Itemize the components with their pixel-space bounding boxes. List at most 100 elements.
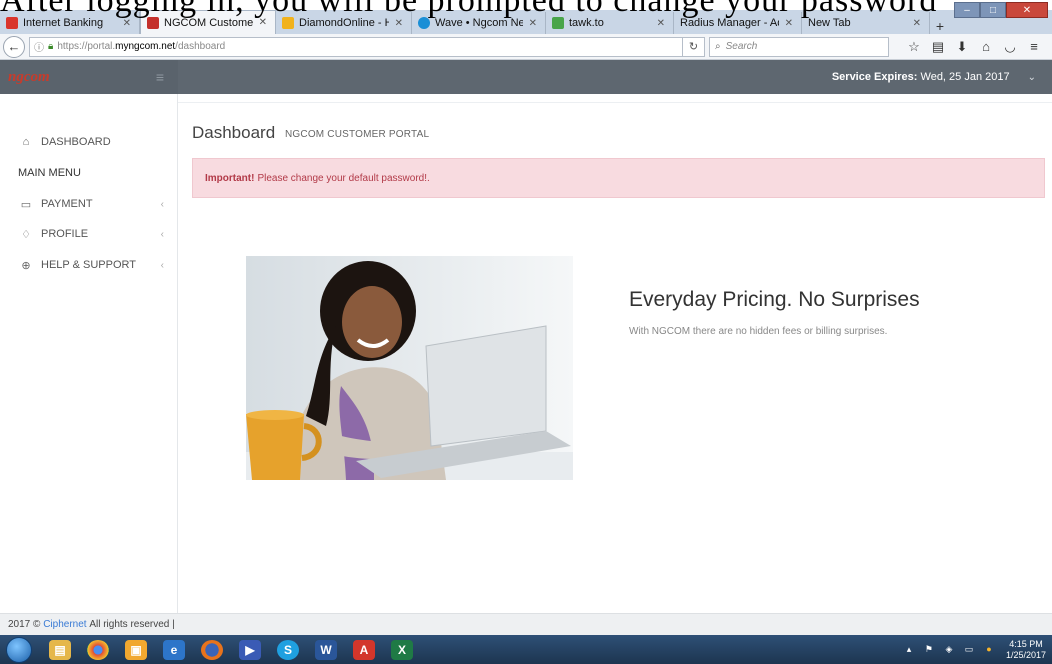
ngcom-logo[interactable]: ngcom (8, 69, 50, 86)
taskbar-word[interactable]: W (308, 637, 344, 663)
search-input[interactable]: ⌕ Search (709, 36, 889, 57)
folder-icon: ▤ (49, 639, 71, 660)
main-content: Dashboard NGCOM CUSTOMER PORTAL Importan… (178, 94, 1052, 613)
pocket-icon[interactable]: ◡ (999, 39, 1021, 55)
minimize-icon[interactable]: – (954, 2, 980, 18)
password-alert: Important! Please change your default pa… (192, 158, 1045, 198)
page-footer: 2017 © Ciphernet All rights reserved | (0, 613, 1052, 635)
close-icon[interactable]: ✕ (395, 18, 403, 29)
close-icon[interactable]: ✕ (785, 18, 793, 29)
tray-expand-icon[interactable]: ▴ (902, 644, 916, 656)
home-icon[interactable]: ⌂ (975, 39, 997, 55)
hamburger-menu-icon[interactable]: ≡ (156, 69, 164, 85)
ngcom-icon (147, 16, 159, 29)
chevron-left-icon: ‹ (160, 259, 164, 271)
logo-area: ngcom ≡ (0, 60, 178, 94)
taskbar-photos[interactable]: ▣ (118, 637, 154, 663)
taskbar-explorer[interactable]: ▤ (42, 637, 78, 663)
url-host: myngcom.net (115, 41, 176, 52)
sidebar-item-dashboard[interactable]: ⌂ DASHBOARD (0, 128, 178, 156)
internet-explorer-icon: e (163, 639, 185, 660)
windows-start-icon[interactable] (6, 636, 32, 663)
new-tab-plus-icon[interactable]: + (930, 18, 950, 34)
sidebar: ⌂ DASHBOARD MAIN MENU ▭ PAYMENT ‹ ♢ PROF… (0, 94, 178, 613)
chevron-left-icon: ‹ (160, 198, 164, 210)
tab-radius-manager[interactable]: Radius Manager - Admin... ✕ (674, 12, 802, 34)
back-arrow-icon[interactable]: ← (3, 35, 25, 58)
clock-time: 4:15 PM (1009, 638, 1043, 649)
browser-toolbar-icons: ☆ ▤ ⬇ ⌂ ◡ ≡ (903, 39, 1047, 55)
window-controls: – □ ✕ (954, 2, 1048, 18)
tab-label: Internet Banking (23, 17, 104, 29)
power-icon[interactable]: ▭ (962, 644, 976, 656)
windows-taskbar: ▤ ▣ e ▶ S W A X ▴ ⚑ ◈ ▭ ● 4:15 PM 1/25/2… (0, 635, 1052, 664)
divider (178, 102, 1052, 103)
acrobat-icon: A (353, 639, 375, 660)
download-icon[interactable]: ⬇ (951, 39, 973, 55)
taskbar-excel[interactable]: X (384, 637, 420, 663)
sidebar-item-label: HELP & SUPPORT (41, 259, 136, 271)
url-bar[interactable]: ⓘ 🔒︎ https://portal. myngcom.net/dashboar… (29, 36, 683, 57)
taskbar-clock[interactable]: 4:15 PM 1/25/2017 (1006, 639, 1046, 661)
payment-icon: ▭ (20, 198, 32, 211)
reload-icon[interactable]: ↻ (683, 36, 705, 57)
notification-app-icon[interactable]: ● (982, 644, 996, 656)
browser-tab-strip: Internet Banking ✕ NGCOM Customer P... ✕… (0, 2, 1052, 34)
tab-ngcom-customer-portal[interactable]: NGCOM Customer P... ✕ (140, 10, 276, 34)
close-icon[interactable]: ✕ (123, 18, 131, 29)
firefox-icon (201, 639, 223, 660)
tab-tawk[interactable]: tawk.to ✕ (546, 12, 674, 34)
bookmarks-list-icon[interactable]: ▤ (927, 39, 949, 55)
network-icon[interactable]: ◈ (942, 644, 956, 656)
taskbar-ie[interactable]: e (156, 637, 192, 663)
alert-message: Please change your default password!. (257, 172, 430, 184)
tab-label: DiamondOnline - Ho... (299, 17, 389, 29)
service-expiry: Service Expires: Wed, 25 Jan 2017 (832, 71, 1010, 83)
tab-diamond-online[interactable]: DiamondOnline - Ho... ✕ (276, 12, 412, 34)
browser-window: After logging in, you will be prompted t… (0, 0, 1052, 664)
sidebar-item-profile[interactable]: ♢ PROFILE ‹ (0, 220, 178, 248)
close-icon[interactable]: ✕ (529, 18, 537, 29)
promo-title: Everyday Pricing. No Surprises (629, 288, 920, 311)
close-icon[interactable]: ✕ (913, 18, 921, 29)
maximize-icon[interactable]: □ (980, 2, 1006, 18)
tab-wave-ngcom[interactable]: Wave • Ngcom Netw... ✕ (412, 12, 546, 34)
window-close-icon[interactable]: ✕ (1006, 2, 1048, 18)
tab-label: NGCOM Customer P... (164, 16, 253, 29)
url-prefix: https://portal. (57, 41, 116, 52)
sidebar-item-help-support[interactable]: ⊕ HELP & SUPPORT ‹ (0, 251, 178, 279)
action-center-flag-icon[interactable]: ⚑ (922, 644, 936, 656)
menu-icon[interactable]: ≡ (1023, 39, 1045, 55)
taskbar-chrome[interactable] (80, 637, 116, 663)
taskbar-skype[interactable]: S (270, 637, 306, 663)
taskbar-acrobat[interactable]: A (346, 637, 382, 663)
hero-illustration (246, 256, 573, 480)
app-header: ngcom ≡ Service Expires: Wed, 25 Jan 201… (0, 60, 1052, 94)
page-title: Dashboard (192, 123, 276, 142)
lock-icon[interactable]: 🔒︎ (48, 41, 53, 52)
footer-ciphernet-link[interactable]: Ciphernet (43, 619, 86, 630)
close-icon[interactable]: ✕ (259, 17, 267, 28)
taskbar-firefox[interactable] (194, 637, 230, 663)
footer-rights: All rights reserved | (89, 619, 175, 630)
sidebar-item-label: PROFILE (41, 228, 89, 240)
info-icon[interactable]: ⓘ (34, 39, 44, 54)
word-icon: W (315, 639, 337, 660)
logo-text: ngcom (8, 68, 50, 85)
sidebar-item-payment[interactable]: ▭ PAYMENT ‹ (0, 190, 178, 218)
close-icon[interactable]: ✕ (657, 18, 665, 29)
bookmark-star-icon[interactable]: ☆ (903, 39, 925, 55)
promo-text: With NGCOM there are no hidden fees or b… (629, 326, 888, 337)
chrome-icon (87, 639, 109, 660)
tab-new-tab[interactable]: New Tab ✕ (802, 12, 930, 34)
wave-icon (418, 17, 430, 29)
search-placeholder: Search (725, 41, 758, 52)
page-subtitle: NGCOM CUSTOMER PORTAL (285, 129, 430, 140)
service-expiry-label: Service Expires: (831, 71, 918, 83)
taskbar-media[interactable]: ▶ (232, 637, 268, 663)
media-player-icon: ▶ (239, 639, 261, 660)
photos-icon: ▣ (125, 639, 147, 660)
chevron-down-icon[interactable]: ⌄ (1028, 72, 1036, 83)
tab-internet-banking[interactable]: Internet Banking ✕ (0, 12, 140, 34)
home-outline-icon: ⌂ (22, 136, 30, 148)
